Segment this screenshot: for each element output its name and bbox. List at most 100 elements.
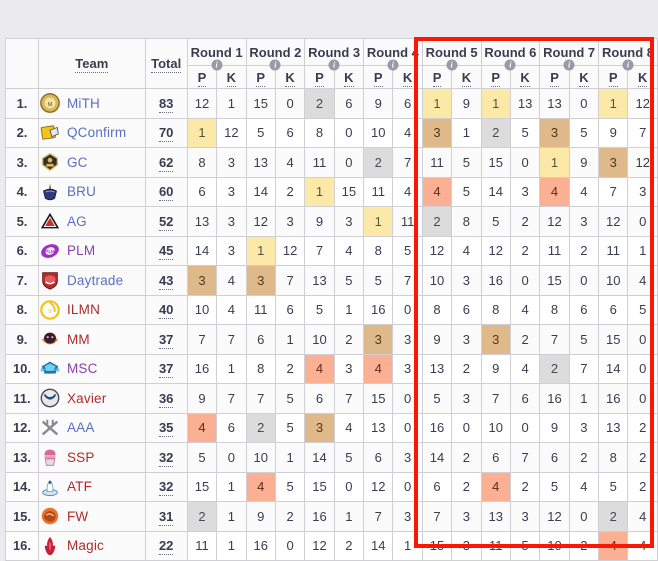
team-name-link[interactable]: MiTH (67, 96, 100, 111)
score-cell-round-5-points: 14 (421, 442, 453, 473)
score-cell-round-2-points: 9 (245, 501, 276, 532)
team-name-link[interactable]: AAA (67, 420, 95, 435)
team-name-link[interactable]: QConfirm (67, 125, 126, 140)
team-cell-inner: PLM PLM (39, 240, 145, 262)
team-cell[interactable]: MM (37, 324, 146, 355)
score-cell-round-2-points: 2 (245, 412, 276, 443)
info-icon[interactable]: i (269, 59, 281, 71)
team-name-link[interactable]: PLM (67, 243, 95, 258)
team-cell[interactable]: M MiTH (37, 88, 146, 119)
total-cell: 52 (144, 206, 188, 237)
header-round-3-kills: K (333, 65, 365, 89)
score-cell-round-3-points: 8 (304, 117, 335, 148)
score-cell-round-5-points: 7 (421, 501, 453, 532)
team-name-link[interactable]: Xavier (67, 391, 106, 406)
team-name-link[interactable]: FW (67, 509, 88, 524)
team-name-link[interactable]: ATF (67, 479, 92, 494)
score-cell-round-5-kills: 8 (451, 206, 482, 237)
score-cell-round-7-points: 7 (539, 324, 570, 355)
rank-cell: 16. (5, 530, 39, 561)
team-name-link[interactable]: SSP (67, 450, 95, 465)
score-cell-round-2-points: 5 (245, 117, 276, 148)
score-cell-round-6-kills: 5 (509, 117, 541, 148)
info-icon[interactable]: i (504, 59, 516, 71)
header-total: Total (144, 38, 188, 89)
team-cell[interactable]: ATF (37, 471, 146, 502)
team-cell[interactable]: Magic (37, 530, 146, 561)
table-row: 11. Xavier 36 9 7 7 5 6 7 15 0 5 3 7 6 16 1 16 0 (5, 383, 658, 414)
team-name-link[interactable]: MSC (67, 361, 98, 376)
rank-cell: 15. (5, 501, 39, 532)
score-cell-round-6-points: 14 (480, 176, 511, 207)
score-cell-round-4-points: 13 (363, 412, 394, 443)
fw-logo (39, 505, 61, 527)
team-cell[interactable]: GC (37, 147, 146, 178)
score-cell-round-4-points: 9 (363, 88, 394, 119)
info-icon[interactable]: i (563, 59, 575, 71)
team-cell-inner: Xavier (39, 387, 145, 409)
score-cell-round-3-kills: 4 (333, 412, 365, 443)
rank-cell: 14. (5, 471, 39, 502)
mm-logo (39, 328, 61, 350)
total-value: 43 (158, 272, 174, 290)
header-round-2-kills: K (274, 65, 306, 89)
team-cell[interactable]: S ILMN (37, 294, 146, 325)
info-icon[interactable]: i (387, 59, 399, 71)
team-cell[interactable]: Xavier (37, 383, 146, 414)
score-cell-round-3-points: 6 (304, 383, 335, 414)
score-cell-round-4-points: 11 (363, 176, 394, 207)
info-icon[interactable]: i (328, 59, 340, 71)
score-cell-round-3-kills: 4 (333, 235, 365, 266)
info-icon[interactable]: i (622, 59, 634, 71)
team-cell[interactable]: MSC (37, 353, 146, 384)
score-cell-round-1-points: 7 (186, 324, 218, 355)
total-cell: 32 (144, 442, 188, 473)
team-cell[interactable]: BRU (37, 176, 146, 207)
team-name-link[interactable]: MM (67, 332, 90, 347)
team-cell[interactable]: Daytrade (37, 265, 146, 296)
team-cell[interactable]: SSP (37, 442, 146, 473)
score-cell-round-1-kills: 7 (216, 324, 247, 355)
score-cell-round-5-kills: 9 (451, 88, 482, 119)
score-cell-round-2-points: 6 (245, 324, 276, 355)
info-icon[interactable]: i (446, 59, 458, 71)
team-cell-inner: QConfirm (39, 122, 145, 144)
total-value: 22 (158, 538, 174, 556)
rank-cell: 3. (5, 147, 39, 178)
score-cell-round-7-kills: 5 (568, 324, 600, 355)
score-cell-round-4-kills: 3 (392, 353, 423, 384)
score-cell-round-5-kills: 2 (451, 442, 482, 473)
score-cell-round-6-points: 16 (480, 265, 511, 296)
score-cell-round-6-kills: 13 (509, 88, 541, 119)
score-cell-round-5-kills: 3 (451, 501, 482, 532)
info-icon[interactable]: i (211, 59, 223, 71)
team-cell[interactable]: FW (37, 501, 146, 532)
score-cell-round-4-kills: 11 (392, 206, 423, 237)
team-cell[interactable]: QConfirm (37, 117, 146, 148)
rank-cell: 6. (5, 235, 39, 266)
score-cell-round-3-points: 5 (304, 294, 335, 325)
score-cell-round-3-points: 15 (304, 471, 335, 502)
team-name-link[interactable]: GC (67, 155, 88, 170)
table-row: 2. QConfirm 70 1 12 5 6 8 0 10 4 3 1 2 5 3 5 9 7 (5, 117, 658, 148)
score-cell-round-6-kills: 2 (509, 206, 541, 237)
score-cell-round-8-points: 7 (598, 176, 629, 207)
subheader-label: K (461, 69, 472, 87)
team-cell-inner: S ILMN (39, 299, 145, 321)
score-cell-round-4-kills: 5 (392, 235, 423, 266)
team-cell[interactable]: AAA (37, 412, 146, 443)
score-cell-round-4-kills: 0 (392, 294, 423, 325)
team-name-link[interactable]: Daytrade (67, 273, 123, 288)
score-cell-round-8-kills: 1 (627, 235, 658, 266)
team-cell[interactable]: PLM PLM (37, 235, 146, 266)
team-name-link[interactable]: Magic (67, 538, 104, 553)
score-cell-round-5-kills: 5 (451, 176, 482, 207)
round-4-label: Round 4 (366, 44, 419, 60)
score-cell-round-3-points: 1 (304, 176, 335, 207)
score-cell-round-8-points: 11 (598, 235, 629, 266)
header-round-3: Round 3i (304, 38, 365, 71)
team-cell[interactable]: AG (37, 206, 146, 237)
team-name-link[interactable]: AG (67, 214, 87, 229)
team-name-link[interactable]: BRU (67, 184, 96, 199)
team-name-link[interactable]: ILMN (67, 302, 100, 317)
